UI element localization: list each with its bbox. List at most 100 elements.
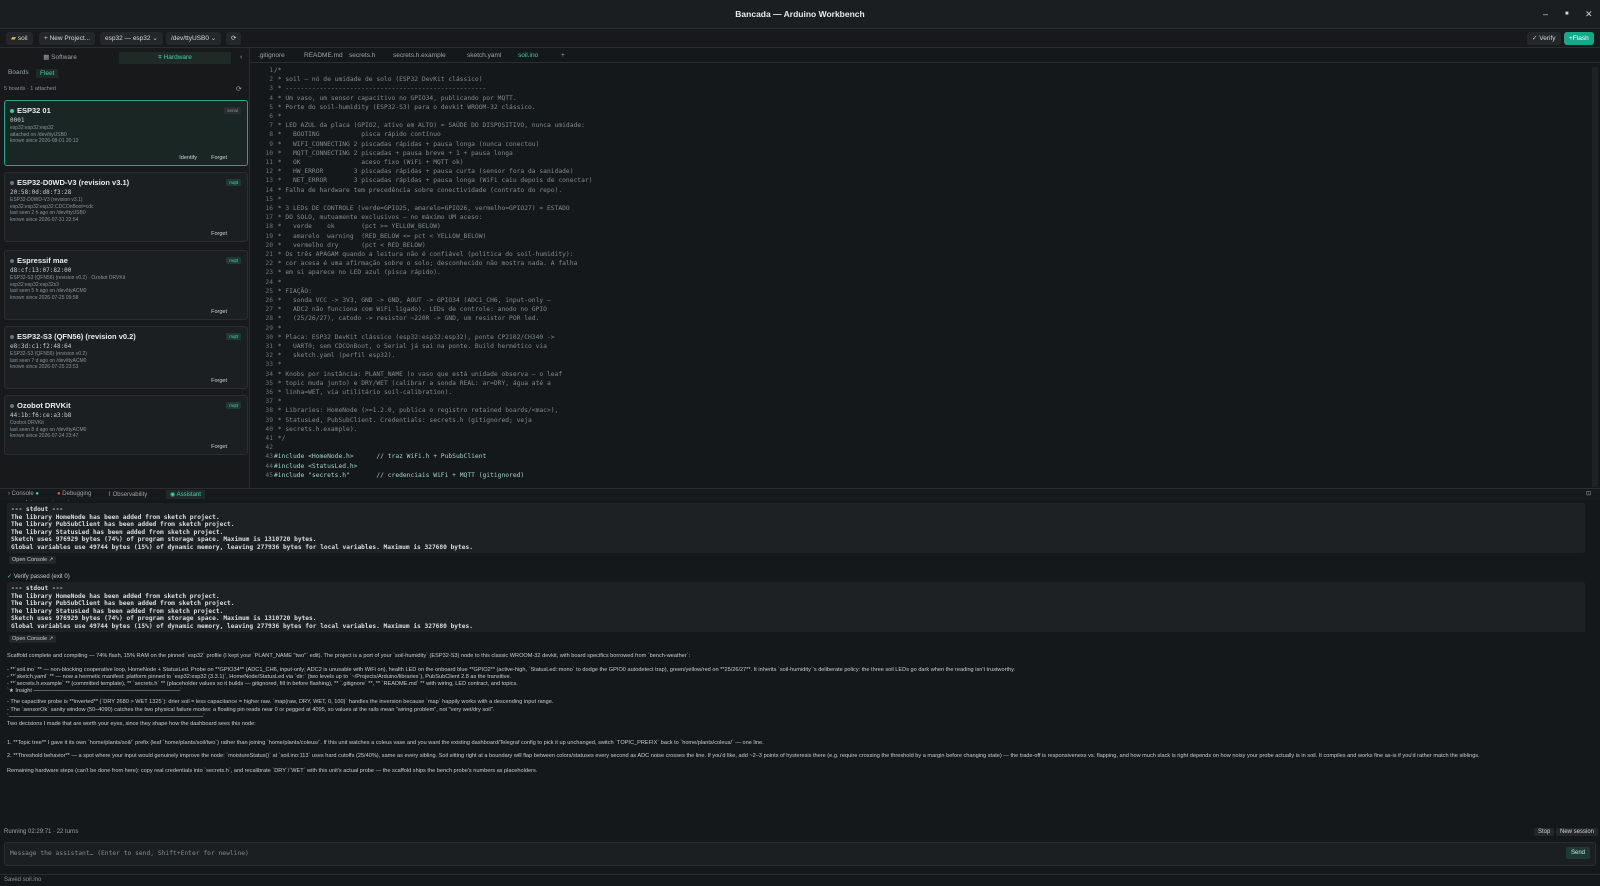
project-button[interactable]: ▰ soil xyxy=(6,32,33,45)
forget-button[interactable]: Forget xyxy=(211,378,227,384)
code-line: * vermelho dry (pct < RED_BELOW) xyxy=(274,241,426,249)
file-tab[interactable]: README.md xyxy=(304,52,343,59)
line-number: 16 xyxy=(265,205,273,212)
line-number: 10 xyxy=(265,149,273,157)
line-number: 43 xyxy=(265,453,273,461)
open-console-button[interactable]: Open Console ↗ xyxy=(9,635,57,643)
title-bar: Bancada — Arduino Workbench – ■ ✕ xyxy=(0,0,1600,29)
line-number: 41 xyxy=(265,435,273,442)
line-number: 34 xyxy=(265,370,273,378)
message-input[interactable]: Message the assistant… (Enter to send, S… xyxy=(4,842,1596,866)
file-tab[interactable]: + xyxy=(561,52,565,59)
code-line: * LED AZUL da placa (GPIO2, ativo em ALT… xyxy=(274,122,585,130)
send-button[interactable]: Send xyxy=(1565,847,1590,859)
board-card[interactable]: ESP32-D0WD-V3 (revision v3.1) 20:58:0d:d8… xyxy=(4,172,248,242)
flash-button[interactable]: +Flash xyxy=(1564,32,1594,45)
tab-assistant[interactable]: ◉ Assistant xyxy=(166,490,205,499)
status-dot-icon xyxy=(10,109,14,114)
board-name: Espressif mae xyxy=(10,256,68,265)
file-tab[interactable]: sketch.yaml xyxy=(467,52,501,59)
code-line: * Porte do soil-humidity (ESP32-S3) para… xyxy=(274,103,536,111)
code-area[interactable]: 1/* 2 * soil — nó de umidade de solo (ESP… xyxy=(250,67,1590,488)
board-meta: esp32:esp32:esp32:CDCOnBoot=cdc xyxy=(10,203,94,210)
status-dot-icon xyxy=(10,181,14,186)
code-line: * MQTT_CONNECTING 2 piscadas + pausa bre… xyxy=(274,149,513,157)
subtab-boards[interactable]: Boards xyxy=(8,69,29,76)
status-dot-icon xyxy=(10,259,14,264)
maximize-icon[interactable]: ■ xyxy=(1565,11,1569,17)
stdout-line: Global variables use 49744 bytes (15%) o… xyxy=(11,623,473,630)
tab-observability[interactable]: ⌇ Observability xyxy=(108,491,147,498)
port-select[interactable]: /dev/ttyUSB0 ⌄ xyxy=(166,32,222,45)
forget-button[interactable]: Forget xyxy=(211,155,227,161)
status-badge: mqtt xyxy=(226,179,241,186)
new-project-button[interactable]: + New Project... xyxy=(39,32,96,45)
board-id: 20:58:0d:d8:f3:28 xyxy=(10,189,72,196)
file-tab[interactable]: soil.ino xyxy=(518,52,538,59)
collapse-icon[interactable]: ‹ xyxy=(240,54,242,61)
refresh-icon[interactable]: ⟳ xyxy=(236,85,242,93)
maximize-panel-icon[interactable]: ⊡ xyxy=(1586,490,1591,497)
line-number: 37 xyxy=(265,398,273,406)
file-tab[interactable]: secrets.h.example xyxy=(393,52,446,59)
board-select[interactable]: esp32 — esp32 ⌄ xyxy=(100,32,163,45)
tab-observability-label: Observability xyxy=(112,492,148,498)
forget-button[interactable]: Forget xyxy=(211,444,227,450)
stop-button[interactable]: Stop xyxy=(1534,828,1555,836)
tab-software[interactable]: ▦ Software xyxy=(4,52,116,64)
code-line: */ xyxy=(274,435,286,442)
file-tab[interactable]: .gitignore xyxy=(258,52,285,59)
line-number: 30 xyxy=(265,333,273,341)
stdout-line: The library HomeNode has been added from… xyxy=(11,513,220,521)
code-line: * xyxy=(274,195,282,203)
open-console-button[interactable]: Open Console ↗ xyxy=(9,556,57,564)
board-card[interactable]: ESP32 01 0001 serial esp32:esp32:esp32 attac… xyxy=(4,100,248,166)
tab-console-label: Console xyxy=(11,491,34,497)
subtab-fleet[interactable]: Fleet xyxy=(36,69,59,78)
scrollbar[interactable] xyxy=(1592,67,1598,487)
code-line: #include "secrets.h" // credenciais WiFi… xyxy=(274,471,525,479)
board-meta: last seen 8 d ago on /dev/ttyACM0 xyxy=(10,426,87,433)
tab-debugging[interactable]: ● Debugging xyxy=(57,491,91,497)
board-meta: ESP32-D0WD-V3 (revision v3.1) xyxy=(10,197,83,203)
line-number: 20 xyxy=(265,241,273,249)
new-session-button[interactable]: New session xyxy=(1556,828,1599,836)
status-badge: mqtt xyxy=(226,257,241,264)
code-line: * --------------------------------------… xyxy=(274,85,487,93)
code-line: * 3 LEDs DE CONTROLE (verde=GPIO25, amar… xyxy=(274,205,570,212)
board-meta: last seen 2 h ago on /dev/ttyUSB0 xyxy=(10,210,86,216)
code-line: * FIAÇÃO: xyxy=(274,287,312,295)
code-line: * Os três APAGAM quando a leitura não é … xyxy=(274,251,574,258)
code-line: * NET_ERROR 3 piscadas rápidas + pausa l… xyxy=(274,177,593,185)
minimize-icon[interactable]: – xyxy=(1543,9,1548,19)
board-card[interactable]: Espressif mae d8:cf:13:07:82:00 mqtt ESP32-… xyxy=(4,250,248,320)
line-number: 18 xyxy=(265,223,273,231)
board-name: ESP32 01 xyxy=(10,106,51,115)
code-line: * xyxy=(274,278,282,286)
refresh-button[interactable]: ⟳ xyxy=(226,32,242,45)
close-icon[interactable]: ✕ xyxy=(1585,9,1593,20)
line-number: 7 xyxy=(269,122,273,130)
code-line: #include <HomeNode.h> // traz WiFi.h + P… xyxy=(274,453,487,461)
verify-result: ✓ Verify passed (exit 0) xyxy=(7,500,70,501)
file-tab[interactable]: secrets.h xyxy=(349,52,375,59)
folder-icon: ▰ xyxy=(11,35,16,42)
line-number: 33 xyxy=(265,361,273,369)
tab-console[interactable]: › Console ● xyxy=(8,491,39,497)
stdout-block: --- stdout --- The library HomeNode has b… xyxy=(7,503,1585,553)
forget-button[interactable]: Forget xyxy=(211,309,227,315)
code-line: * verde ok (pct >= YELLOW_BELOW) xyxy=(274,223,441,231)
verify-button[interactable]: ✓ Verify xyxy=(1527,32,1561,45)
tab-hardware[interactable]: ⌗ Hardware xyxy=(119,52,231,64)
board-card[interactable]: ESP32-S3 (QFN56) (revision v0.2) e8:3d:c1… xyxy=(4,326,248,389)
forget-button[interactable]: Forget xyxy=(211,231,227,237)
assistant-message-line: Scaffold complete and compiling — 74% fl… xyxy=(7,653,691,659)
board-card[interactable]: Ozobot DRVKit 44:1b:f6:ce:a3:b8 mqtt Ozobot… xyxy=(4,395,248,455)
board-name-label: Ozobot DRVKit xyxy=(17,401,71,410)
code-line: * BOOTING pisca rápido contínuo xyxy=(274,131,441,139)
board-meta: known since 2026-07-25 23:53 xyxy=(10,364,79,370)
board-label: esp32 — esp32 xyxy=(105,35,151,42)
assistant-message-line: - **`soil.ino` ** — non-blocking coopera… xyxy=(7,667,1016,673)
identify-button[interactable]: Identify xyxy=(179,155,197,161)
assistant-panel: ✓ Verify passed (exit 0) --- stdout ---Th… xyxy=(0,500,1600,828)
